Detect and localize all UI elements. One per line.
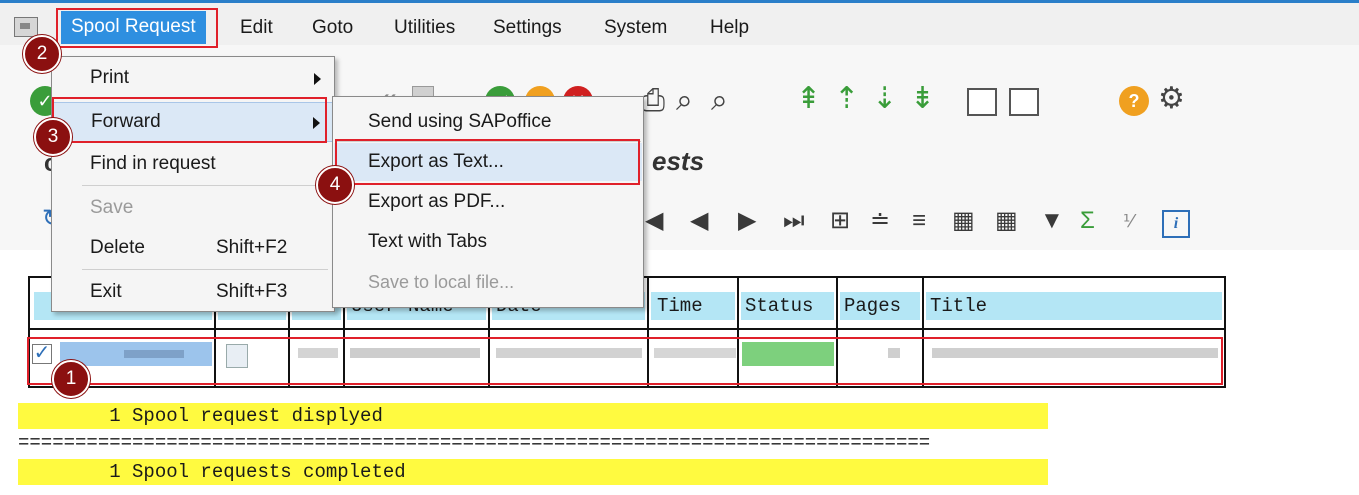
menu-item-save-local-file: Save to local file... <box>334 263 642 301</box>
step-badge-4: 4 <box>316 166 354 204</box>
menu-item-save: Save <box>53 189 333 227</box>
system-menu-icon[interactable] <box>14 17 38 37</box>
menu-item-shortcut: Shift+F3 <box>216 281 288 302</box>
find-next-icon[interactable]: ⌕ <box>711 86 728 116</box>
help-icon[interactable]: ? <box>1119 86 1149 116</box>
step-badge-3: 3 <box>34 118 72 156</box>
menu-item-delete[interactable]: Delete Shift+F2 <box>53 229 333 267</box>
page-title: ests <box>652 146 705 176</box>
grid-middle-line <box>28 328 1226 330</box>
spool-request-menu: Print Forward Find in request Save Delet… <box>51 56 335 312</box>
menu-item-label: Save <box>90 197 134 218</box>
log-line-completed: 1 Spool requests completed <box>18 459 1048 485</box>
filter-icon[interactable]: ▼ <box>1040 208 1064 234</box>
menu-item-print[interactable]: Print <box>53 59 333 97</box>
grid-bottom-line <box>28 386 1226 388</box>
sort-ascending-icon[interactable]: ≐ <box>870 208 890 234</box>
highlight-box-forward <box>52 97 327 143</box>
find-icon[interactable]: ⌕ <box>676 86 693 116</box>
header-title[interactable]: Title <box>926 292 1222 320</box>
new-session-icon[interactable] <box>967 88 997 116</box>
menu-item-label: Save to local file... <box>368 272 515 292</box>
sum-icon[interactable]: Σ <box>1080 208 1095 234</box>
settings-gear-icon[interactable]: ⚙ <box>1158 84 1185 114</box>
menu-item-find-in-request[interactable]: Find in request <box>53 145 333 183</box>
grid-line <box>1224 276 1226 388</box>
highlight-box-spool-request <box>56 8 218 48</box>
highlight-box-export-text <box>335 139 640 185</box>
first-column-icon[interactable]: ◀ <box>645 208 663 234</box>
previous-column-icon[interactable]: ◀ <box>690 208 708 234</box>
highlight-box-row <box>27 337 1223 385</box>
change-layout-icon[interactable]: ▦ <box>995 208 1018 234</box>
sort-descending-icon[interactable]: ≡ <box>912 208 926 234</box>
menu-help[interactable]: Help <box>710 17 749 39</box>
menu-item-label: Print <box>90 67 130 88</box>
menu-item-label: Send using SAPoffice <box>368 111 552 132</box>
select-layout-icon[interactable]: ▦ <box>952 208 975 234</box>
header-pages[interactable]: Pages <box>840 292 920 320</box>
menu-item-label: Exit <box>90 281 122 302</box>
menu-item-export-pdf[interactable]: Export as PDF... <box>334 183 642 221</box>
last-column-icon[interactable]: ⏭ <box>783 208 805 234</box>
menu-item-label: Find in request <box>90 153 216 174</box>
menu-item-text-with-tabs[interactable]: Text with Tabs <box>334 223 642 261</box>
menu-system[interactable]: System <box>604 17 667 39</box>
header-status[interactable]: Status <box>741 292 834 320</box>
last-page-icon[interactable]: ⇟ <box>910 84 935 114</box>
print-icon[interactable]: ⎙ <box>641 86 665 116</box>
details-icon[interactable]: ⊞ <box>830 208 850 234</box>
forward-submenu: Send using SAPoffice Export as Text... E… <box>332 96 644 308</box>
menu-item-label: Delete <box>90 237 145 258</box>
menu-settings[interactable]: Settings <box>493 17 562 39</box>
menu-edit[interactable]: Edit <box>240 17 273 39</box>
previous-page-icon[interactable]: ⇡ <box>834 84 859 114</box>
submenu-arrow-icon <box>314 73 321 85</box>
log-separator: ========================================… <box>18 430 1048 460</box>
subtotal-icon[interactable]: ⅟ <box>1123 208 1133 234</box>
menu-item-shortcut: Shift+F2 <box>216 237 288 258</box>
menu-separator <box>82 269 328 270</box>
step-badge-1: 1 <box>52 360 90 398</box>
first-page-icon[interactable]: ⇞ <box>796 84 821 114</box>
menu-item-send-sapoffice[interactable]: Send using SAPoffice <box>334 103 642 141</box>
next-column-icon[interactable]: ▶ <box>738 208 756 234</box>
shortcut-icon[interactable] <box>1009 88 1039 116</box>
menu-item-exit[interactable]: Exit Shift+F3 <box>53 273 333 311</box>
menu-item-label: Export as PDF... <box>368 191 506 212</box>
log-line-displayed: 1 Spool request displyed <box>18 403 1048 429</box>
next-page-icon[interactable]: ⇣ <box>872 84 897 114</box>
header-time[interactable]: Time <box>651 292 735 320</box>
menu-separator <box>82 185 328 186</box>
menu-item-label: Text with Tabs <box>368 231 487 252</box>
menu-utilities[interactable]: Utilities <box>394 17 455 39</box>
step-badge-2: 2 <box>23 35 61 73</box>
info-icon[interactable]: i <box>1162 210 1190 238</box>
menu-goto[interactable]: Goto <box>312 17 353 39</box>
